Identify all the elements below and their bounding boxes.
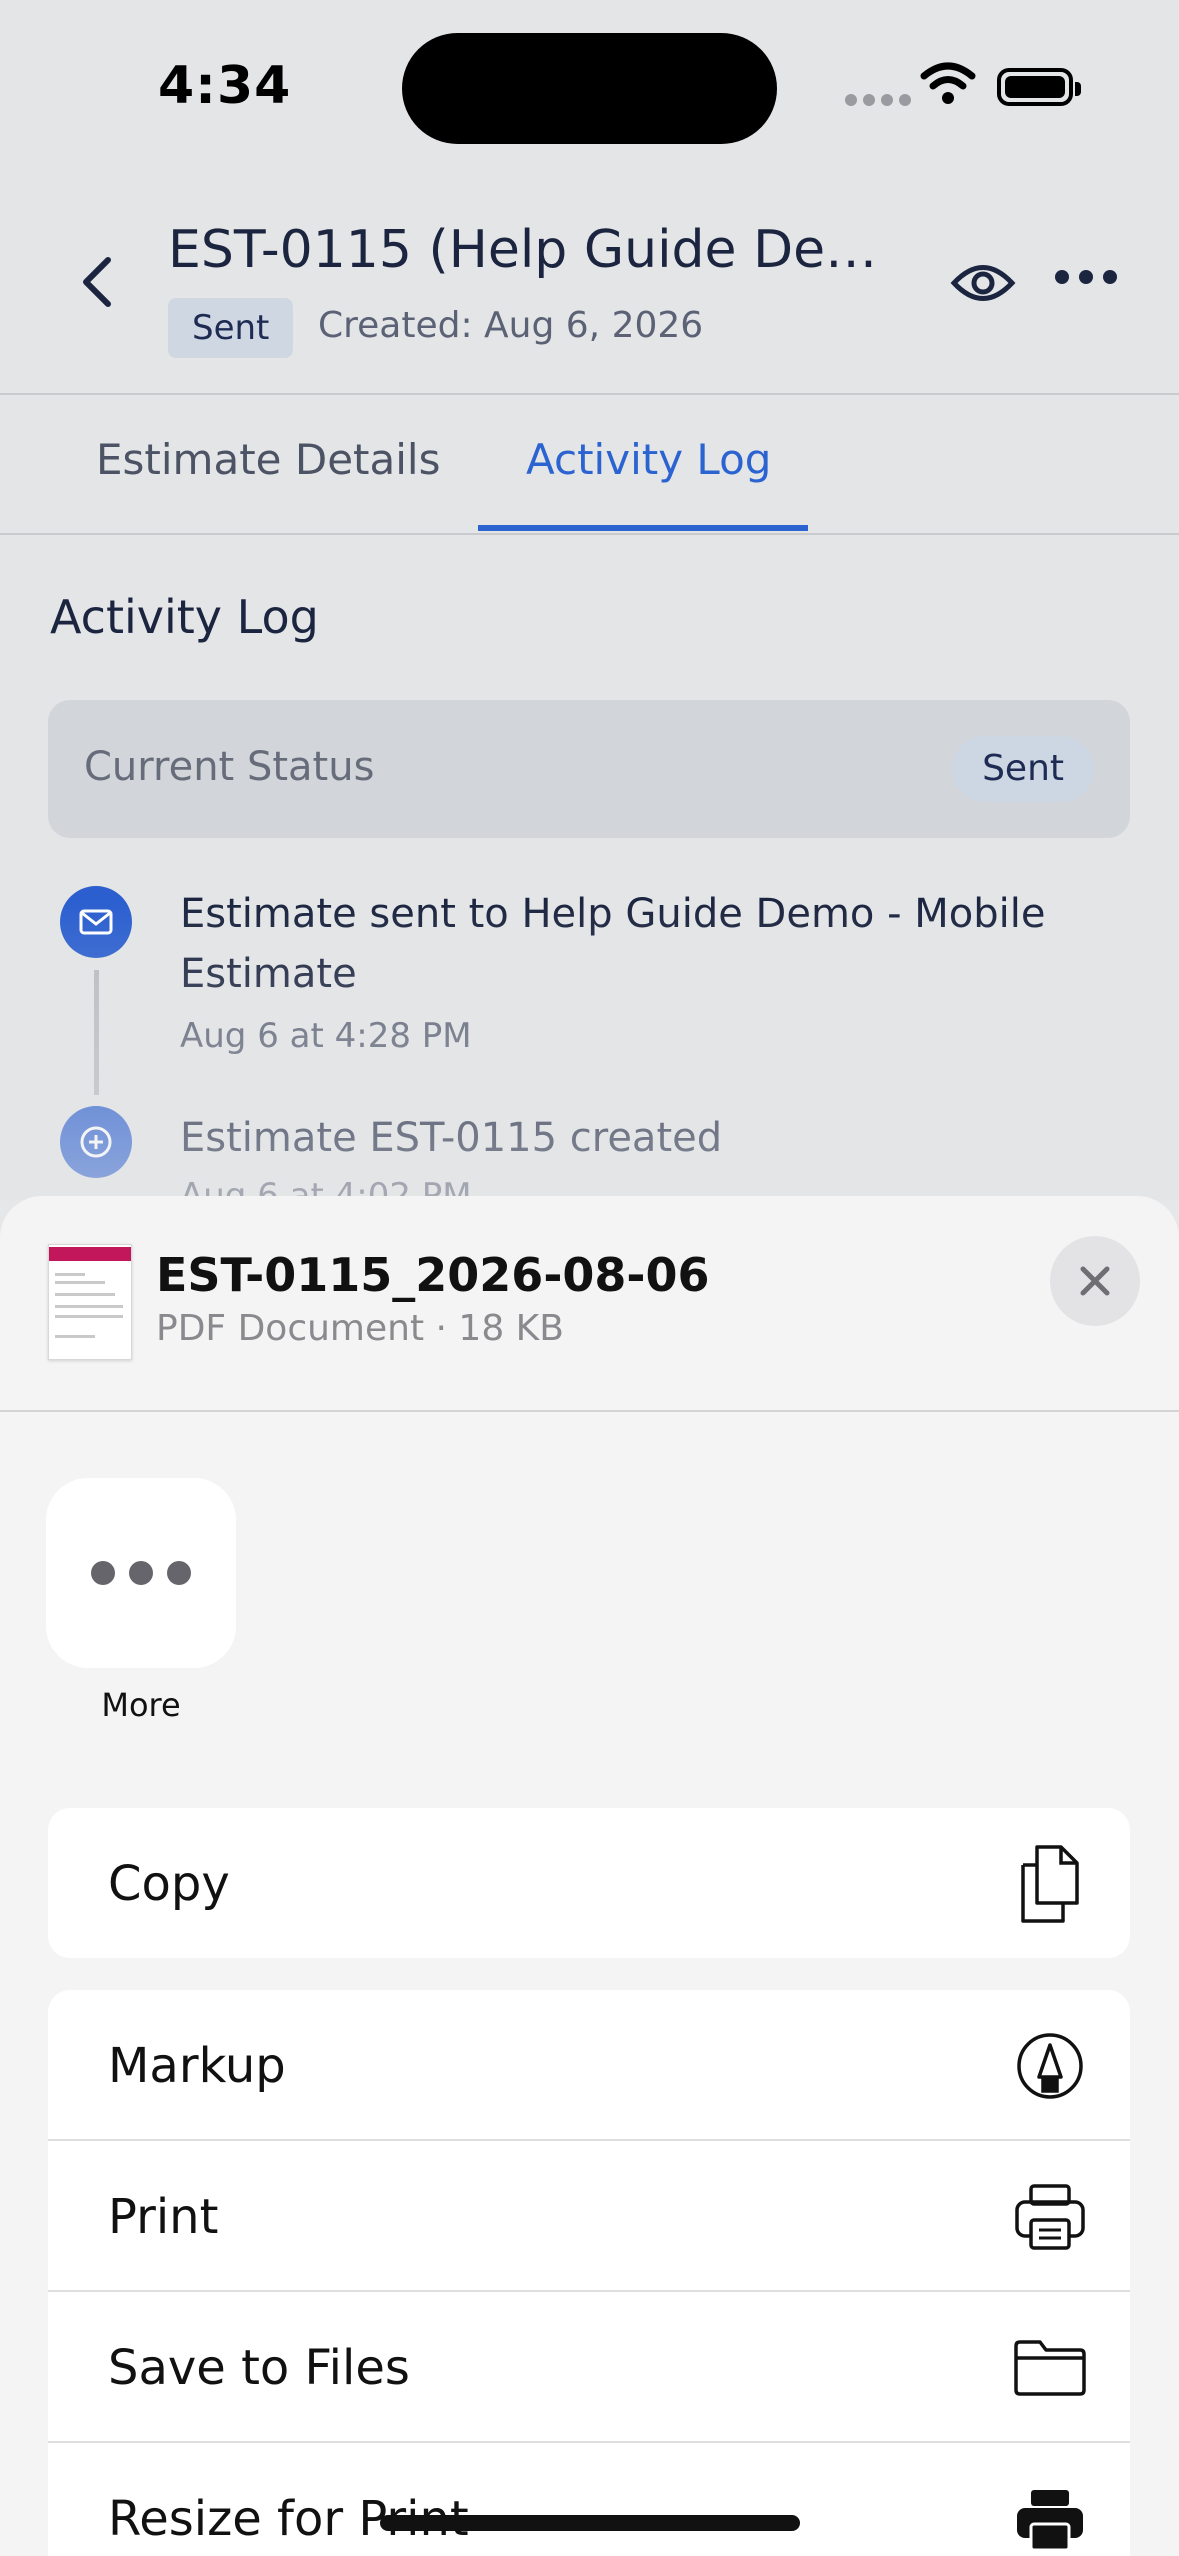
page-title: EST-0115 (Help Guide Demo… (168, 220, 908, 280)
close-icon (1080, 1266, 1110, 1296)
created-date: Created: Aug 6, 2026 (318, 305, 704, 346)
cellular-signal-icon (845, 94, 911, 106)
tab-bar: Estimate Details Activity Log (0, 395, 1179, 535)
plus-circle-icon (60, 1106, 132, 1178)
action-label: Markup (108, 2038, 286, 2094)
folder-icon (1010, 2328, 1090, 2408)
markup-action[interactable]: Markup (48, 1990, 1130, 2141)
markup-icon (1010, 2026, 1090, 2106)
current-status-card: Current Status Sent (48, 700, 1130, 838)
current-status-badge: Sent (952, 736, 1094, 802)
more-apps-label: More (101, 1686, 181, 1724)
back-chevron-icon[interactable] (70, 254, 126, 310)
active-tab-indicator (478, 525, 808, 531)
action-label: Save to Files (108, 2340, 410, 2396)
print-icon (1010, 2177, 1090, 2257)
share-sheet-header: EST-0115_2026-08-06 PDF Document · 18 KB (0, 1196, 1179, 1412)
timeline-event-text: Estimate EST-0115 created (180, 1115, 723, 1161)
share-actions-group-1: Copy (48, 1808, 1130, 1958)
wifi-icon (920, 62, 976, 104)
resize-for-print-action[interactable]: Resize for Print (48, 2443, 1130, 2556)
action-label: Print (108, 2189, 219, 2245)
clock: 4:34 (158, 56, 292, 116)
eye-icon[interactable] (950, 258, 1016, 308)
timeline-event-time: Aug 6 at 4:28 PM (180, 1016, 472, 1056)
printer-filled-icon (1010, 2479, 1090, 2556)
save-to-files-action[interactable]: Save to Files (48, 2292, 1130, 2443)
more-apps-button[interactable] (46, 1478, 236, 1668)
current-status-label: Current Status (84, 744, 375, 790)
battery-icon (997, 68, 1081, 106)
file-meta: PDF Document · 18 KB (156, 1308, 564, 1349)
close-button[interactable] (1050, 1236, 1140, 1326)
dynamic-island (402, 33, 777, 144)
tab-activity-log[interactable]: Activity Log (526, 435, 771, 484)
more-options-icon[interactable] (1055, 270, 1117, 284)
copy-action[interactable]: Copy (48, 1808, 1130, 1958)
tab-estimate-details[interactable]: Estimate Details (96, 435, 440, 484)
pdf-thumbnail (48, 1244, 132, 1360)
action-label: Copy (108, 1856, 230, 1912)
estimate-screen: 4:34 EST-0115 (Help Guide Demo… Sent Cre… (0, 0, 1179, 1216)
mail-icon (60, 886, 132, 958)
timeline-connector (94, 970, 99, 1095)
share-sheet: EST-0115_2026-08-06 PDF Document · 18 KB… (0, 1196, 1179, 2556)
share-actions-group-2: Markup Print Save to Files Resize for Pr… (48, 1990, 1130, 2556)
timeline-event-text: Estimate sent to Help Guide Demo - Mobil… (180, 891, 1046, 997)
file-name: EST-0115_2026-08-06 (156, 1248, 710, 1302)
status-badge: Sent (168, 298, 294, 358)
section-title: Activity Log (50, 590, 319, 644)
status-bar: 4:34 (0, 0, 1179, 170)
home-indicator[interactable] (380, 2515, 800, 2531)
copy-icon (1010, 1844, 1090, 1924)
print-action[interactable]: Print (48, 2141, 1130, 2292)
page-header: EST-0115 (Help Guide Demo… Sent Created:… (0, 170, 1179, 395)
